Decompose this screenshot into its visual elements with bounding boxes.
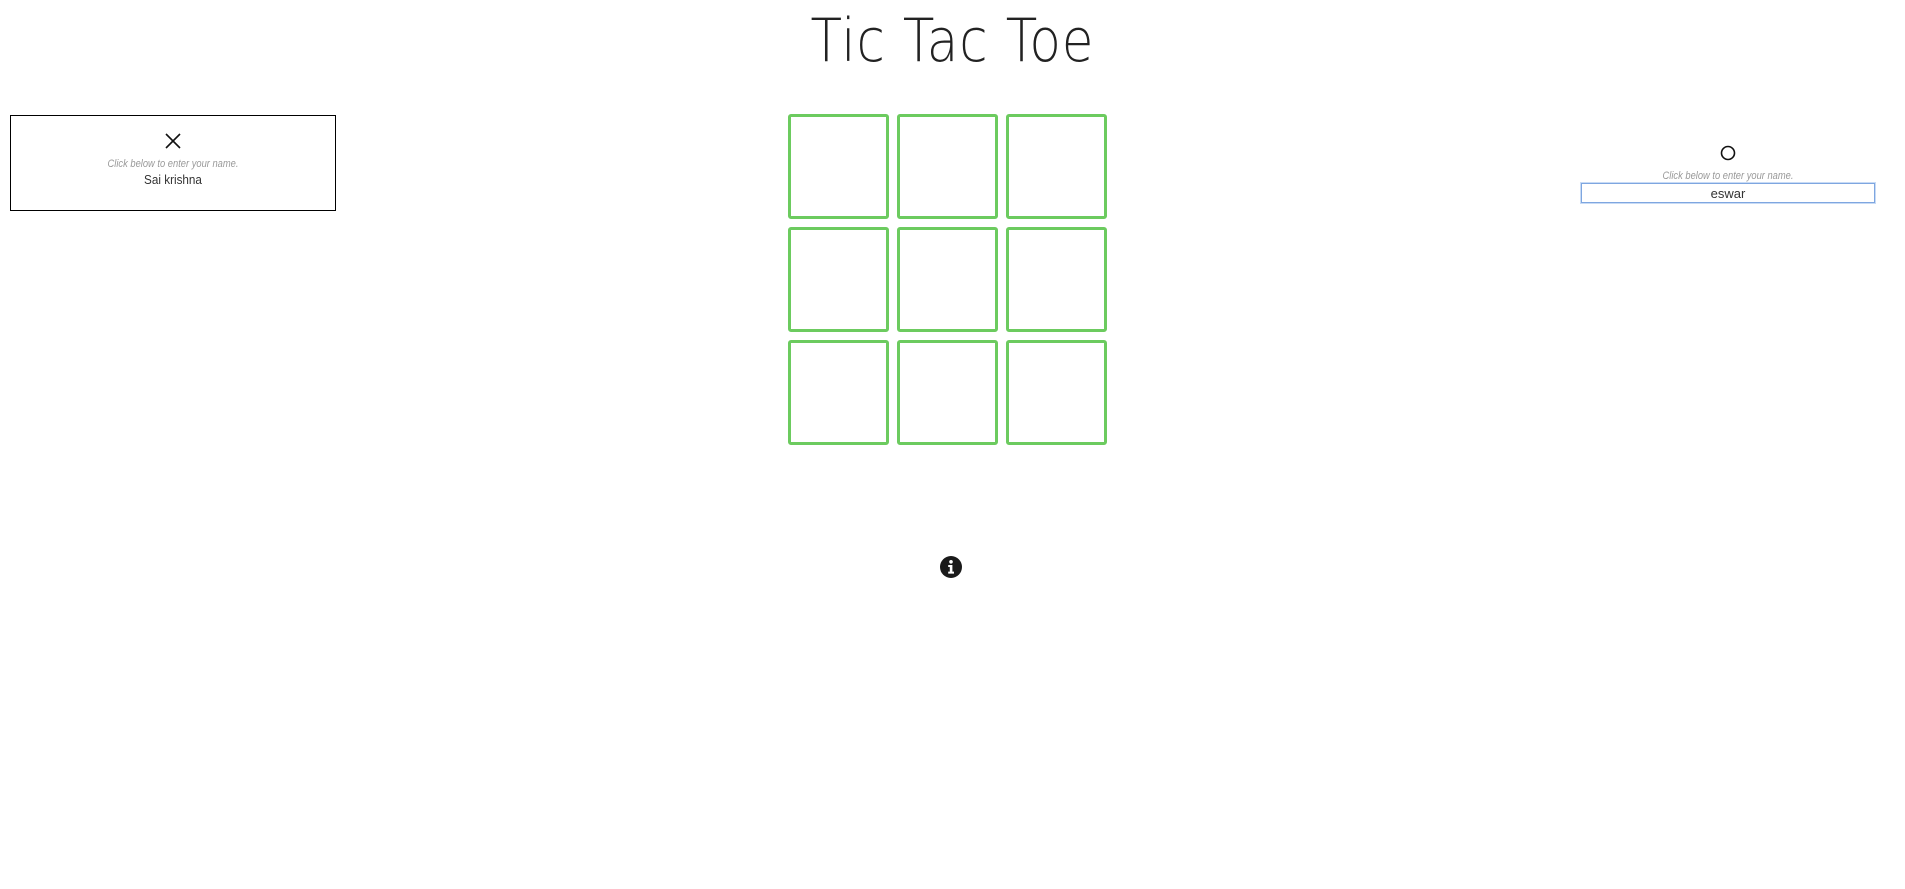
player-x-hint: Click below to enter your name. bbox=[107, 158, 239, 170]
player-o-name-input[interactable] bbox=[1580, 182, 1876, 204]
board-cell-4[interactable] bbox=[788, 227, 889, 332]
x-mark-icon bbox=[11, 132, 335, 154]
player-o-hint: Click below to enter your name. bbox=[1662, 170, 1794, 182]
board-cell-5[interactable] bbox=[897, 227, 998, 332]
board-cell-2[interactable] bbox=[897, 114, 998, 219]
page-title: Tic Tac Toe bbox=[810, 6, 1095, 76]
info-icon[interactable] bbox=[939, 555, 963, 579]
player-x-name[interactable]: Sai krishna bbox=[27, 172, 319, 188]
game-board bbox=[788, 114, 1110, 445]
board-cell-8[interactable] bbox=[897, 340, 998, 445]
board-cell-7[interactable] bbox=[788, 340, 889, 445]
board-cell-3[interactable] bbox=[1006, 114, 1107, 219]
player-o-panel[interactable]: Click below to enter your name. bbox=[1580, 140, 1876, 212]
game-page: Tic Tac Toe Click below to enter your na… bbox=[0, 0, 1905, 889]
board-cell-6[interactable] bbox=[1006, 227, 1107, 332]
board-cell-9[interactable] bbox=[1006, 340, 1107, 445]
player-x-panel[interactable]: Click below to enter your name. Sai kris… bbox=[10, 115, 336, 211]
o-mark-icon bbox=[1580, 144, 1876, 166]
board-cell-1[interactable] bbox=[788, 114, 889, 219]
